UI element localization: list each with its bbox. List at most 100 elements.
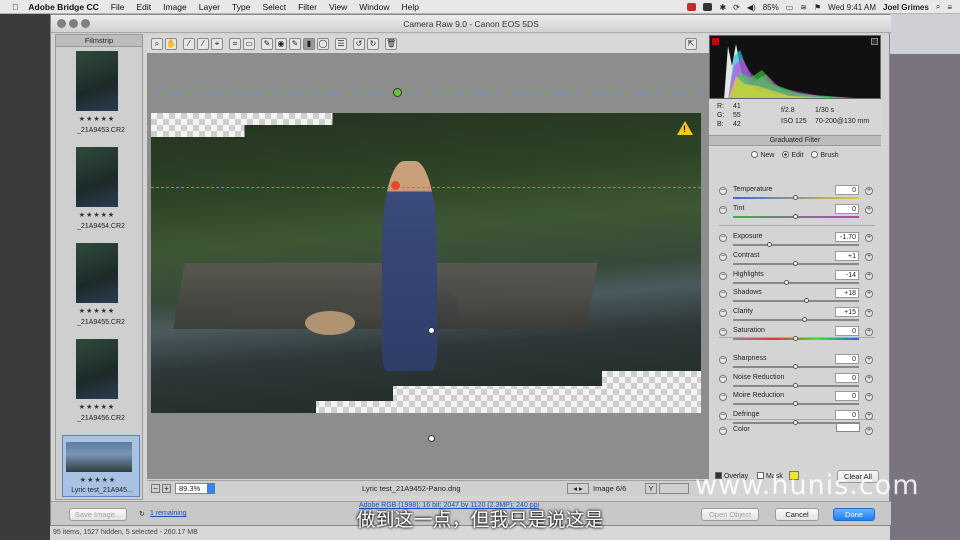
slider-value[interactable]: 0 [835, 185, 859, 195]
trash-icon[interactable]: 🗑 [385, 38, 397, 50]
plus-icon[interactable]: + [865, 356, 873, 364]
minus-icon[interactable]: − [719, 253, 727, 261]
compare-y-icon[interactable]: Y [645, 483, 657, 494]
white-balance-tool-icon[interactable]: ⁄ [183, 38, 195, 50]
plus-icon[interactable]: + [865, 187, 873, 195]
straighten-tool-icon[interactable]: ▭ [243, 38, 255, 50]
slider-value[interactable]: -1.70 [835, 232, 859, 242]
spot-removal-tool-icon[interactable]: ✎ [261, 38, 273, 50]
prev-next-icon[interactable]: ◂ ▸ [567, 483, 589, 494]
slider-knob[interactable] [793, 261, 798, 266]
gradient-end-pin[interactable] [391, 181, 400, 190]
slider-track[interactable] [733, 261, 859, 266]
plus-icon[interactable]: + [865, 206, 873, 214]
gradient-guide-line[interactable] [147, 93, 709, 94]
plus-icon[interactable]: + [865, 253, 873, 261]
plus-icon[interactable]: + [865, 412, 873, 420]
plus-icon[interactable]: + [865, 375, 873, 383]
zoom-icon[interactable] [81, 19, 90, 28]
minus-icon[interactable]: − [719, 393, 727, 401]
slider-track[interactable] [733, 298, 859, 303]
filmstrip-item[interactable]: ★★★★★ _21A9456.CR2 [62, 337, 140, 431]
plus-icon[interactable]: + [865, 393, 873, 401]
filter-handle-bottom[interactable] [428, 435, 435, 442]
slider-knob[interactable] [793, 336, 798, 341]
slider-track[interactable] [733, 214, 859, 219]
bluetooth-icon[interactable]: ✱ [719, 3, 726, 12]
slider-track[interactable] [733, 242, 859, 247]
mode-edit[interactable]: Edit [782, 151, 803, 159]
flag-icon[interactable]: ⚑ [814, 3, 821, 12]
slider-knob[interactable] [766, 242, 772, 247]
menu-type[interactable]: Type [232, 2, 250, 12]
shadow-clipping-icon[interactable] [712, 38, 719, 45]
radial-filter-icon[interactable]: ◯ [317, 38, 329, 50]
slider-track[interactable] [733, 401, 859, 406]
slider-knob[interactable] [793, 214, 798, 219]
user-name[interactable]: Joel Grimes [883, 3, 929, 12]
slider-value[interactable]: -14 [835, 270, 859, 280]
menu-window[interactable]: Window [359, 2, 389, 12]
plus-icon[interactable]: + [865, 290, 873, 298]
minus-icon[interactable]: − [719, 187, 727, 195]
menu-file[interactable]: File [111, 2, 125, 12]
target-adjustment-tool-icon[interactable]: ⌖ [211, 38, 223, 50]
mode-brush[interactable]: Brush [811, 151, 839, 159]
slider-knob[interactable] [793, 195, 798, 200]
slider-value[interactable]: 0 [835, 391, 859, 401]
slider-track[interactable] [733, 280, 859, 285]
adjustment-brush-icon[interactable]: ✎ [289, 38, 301, 50]
minus-icon[interactable]: − [719, 412, 727, 420]
minus-icon[interactable]: − [719, 375, 727, 383]
minus-icon[interactable]: − [719, 328, 727, 336]
menu-layer[interactable]: Layer [199, 2, 220, 12]
slider-value[interactable]: 0 [835, 326, 859, 336]
compare-views-icon[interactable] [659, 483, 689, 494]
filter-handle[interactable] [428, 327, 435, 334]
hand-tool-icon[interactable]: ✋ [165, 38, 177, 50]
gradient-start-pin[interactable] [393, 88, 402, 97]
apple-icon[interactable]:  [12, 2, 18, 12]
clock[interactable]: Wed 9:41 AM [828, 3, 876, 12]
status-app-icon[interactable] [687, 3, 697, 11]
slider-value[interactable]: 0 [835, 373, 859, 383]
slider-value[interactable]: +15 [835, 307, 859, 317]
rating-stars[interactable]: ★★★★★ [62, 403, 132, 411]
battery-icon[interactable]: ▭ [786, 3, 794, 12]
filmstrip-item[interactable]: ★★★★★ _21A9453.CR2 [62, 49, 140, 143]
rating-stars[interactable]: ★★★★★ [62, 307, 132, 315]
menu-edit[interactable]: Edit [136, 2, 151, 12]
minimize-icon[interactable] [69, 19, 78, 28]
zoom-out-icon[interactable]: − [151, 484, 160, 493]
sync-icon[interactable]: ⟳ [733, 3, 740, 12]
plus-icon[interactable]: + [865, 234, 873, 242]
menu-help[interactable]: Help [401, 2, 418, 12]
mode-new[interactable]: New [751, 151, 774, 159]
minus-icon[interactable]: − [719, 272, 727, 280]
spotlight-icon[interactable]: ⌕ [936, 2, 940, 12]
filmstrip-item[interactable]: ★★★★★ _21A9454.CR2 [62, 145, 140, 239]
rating-stars[interactable]: ★★★★★ [63, 476, 133, 484]
slider-track[interactable] [733, 317, 859, 322]
slider-track[interactable] [733, 195, 859, 200]
rating-stars[interactable]: ★★★★★ [62, 115, 132, 123]
wifi-icon[interactable]: ≋ [800, 3, 807, 12]
minus-icon[interactable]: − [719, 356, 727, 364]
minus-icon[interactable]: − [719, 290, 727, 298]
zoom-dropdown-icon[interactable] [207, 483, 215, 494]
menu-app-name[interactable]: Adobe Bridge CC [28, 2, 98, 12]
plus-icon[interactable]: + [865, 272, 873, 280]
plus-icon[interactable]: + [865, 309, 873, 317]
zoom-tool-icon[interactable]: ⌕ [151, 38, 163, 50]
fullscreen-icon[interactable]: ⇱ [685, 38, 697, 50]
slider-value[interactable]: +18 [835, 288, 859, 298]
menu-image[interactable]: Image [163, 2, 187, 12]
filmstrip-item-selected[interactable]: ★★★★★ Lyric test_21A945... [62, 435, 140, 497]
highlight-clipping-icon[interactable] [871, 38, 878, 45]
slider-track[interactable] [733, 336, 859, 341]
menu-view[interactable]: View [329, 2, 347, 12]
slider-value[interactable]: 0 [835, 354, 859, 364]
graduated-filter-icon[interactable]: ▮ [303, 38, 315, 50]
rotate-right-icon[interactable]: ↻ [367, 38, 379, 50]
slider-knob[interactable] [793, 401, 798, 406]
